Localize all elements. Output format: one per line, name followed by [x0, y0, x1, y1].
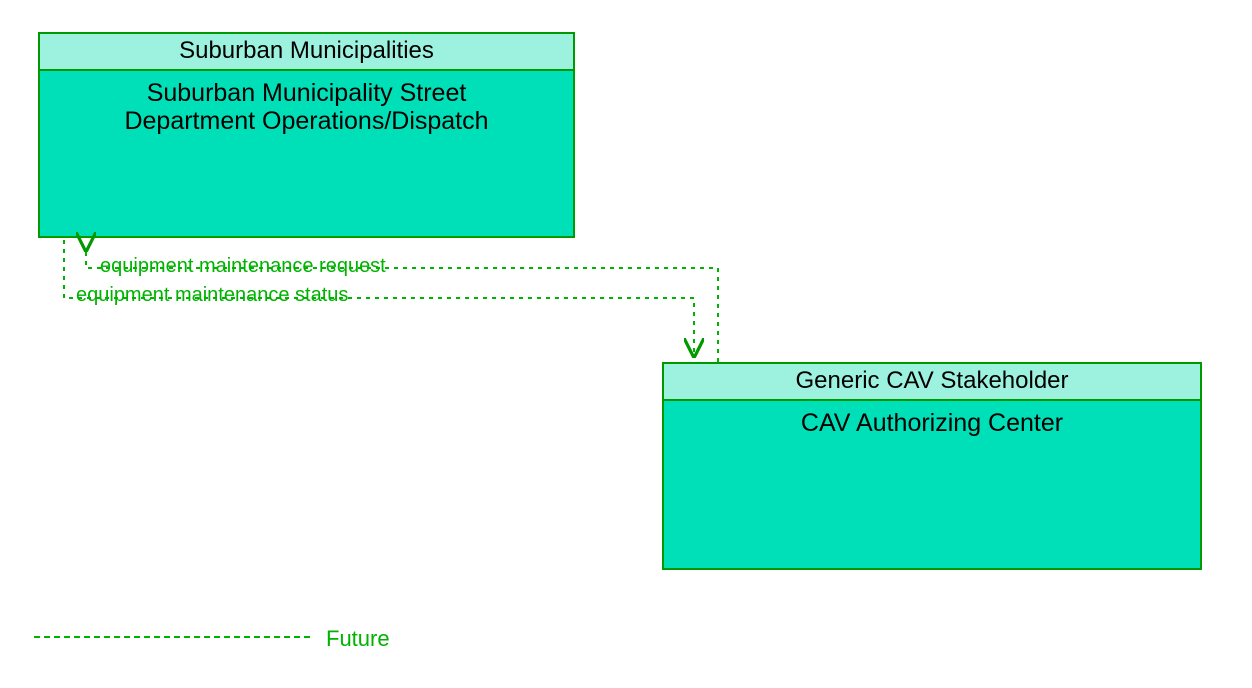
node-cav-authorizing-center: Generic CAV Stakeholder CAV Authorizing … — [662, 362, 1202, 570]
legend-line-future — [34, 636, 310, 638]
flow-label-request: equipment maintenance request — [100, 255, 386, 278]
node-b-body: CAV Authorizing Center — [664, 401, 1200, 568]
node-b-header: Generic CAV Stakeholder — [664, 364, 1200, 401]
node-b-body-line1: CAV Authorizing Center — [801, 409, 1063, 437]
node-a-body-line2: Department Operations/Dispatch — [124, 107, 488, 135]
legend-label-future: Future — [326, 626, 390, 652]
flow-label-status: equipment maintenance status — [76, 284, 348, 307]
node-a-header: Suburban Municipalities — [40, 34, 573, 71]
node-suburban-municipality: Suburban Municipalities Suburban Municip… — [38, 32, 575, 238]
node-a-body: Suburban Municipality Street Department … — [40, 71, 573, 236]
node-a-body-line1: Suburban Municipality Street — [147, 79, 467, 107]
